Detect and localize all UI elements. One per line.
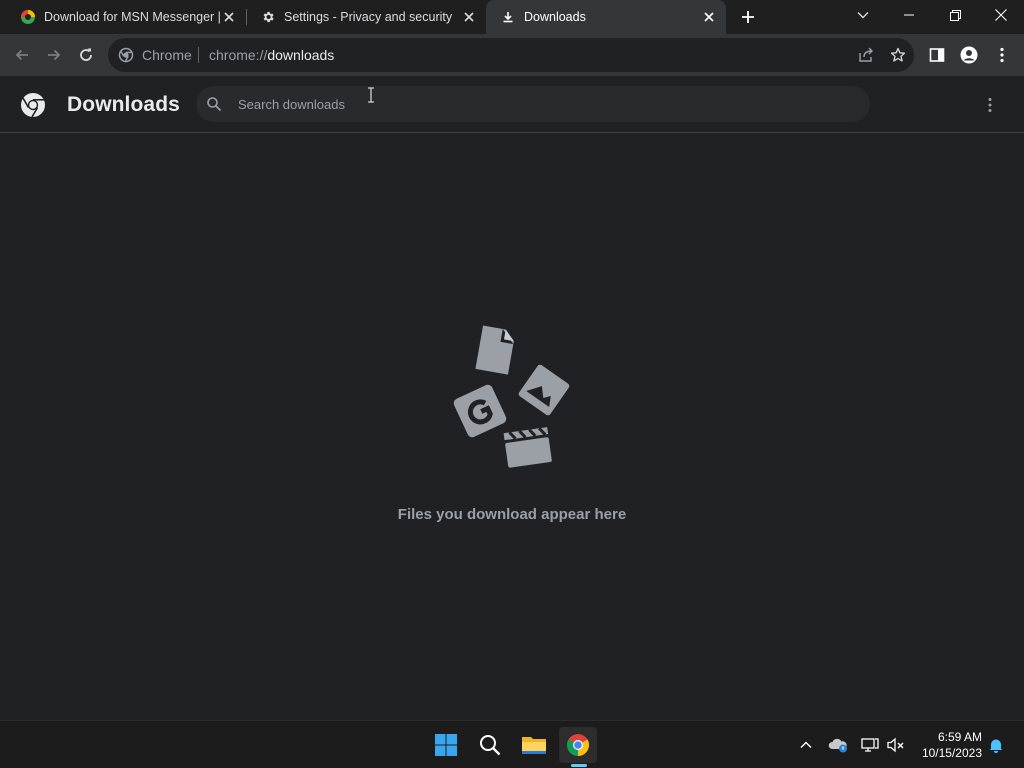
audio-icon (453, 384, 507, 438)
arrow-left-icon (15, 49, 28, 61)
tab-downloads[interactable]: Downloads (486, 0, 726, 34)
empty-downloads-illustration (447, 322, 577, 477)
forward-button[interactable] (42, 43, 66, 67)
tab-settings[interactable]: Settings - Privacy and security (240, 0, 486, 34)
search-icon (206, 96, 222, 112)
site-chip-label: Chrome (142, 47, 192, 63)
more-vertical-icon (988, 98, 992, 112)
text-cursor-icon (368, 87, 374, 103)
close-icon[interactable] (460, 8, 478, 26)
empty-state-message: Files you download appear here (397, 506, 627, 523)
tab-title: Settings - Privacy and security (284, 10, 453, 24)
minimize-icon (904, 14, 914, 16)
start-button[interactable] (427, 727, 465, 763)
plus-icon (742, 11, 754, 23)
show-hidden-icons-button[interactable] (796, 735, 816, 755)
url-host: downloads (267, 47, 335, 63)
reload-icon (80, 48, 92, 61)
taskbar: 6:59 AM 10/15/2023 (0, 720, 1024, 768)
folder-icon (522, 737, 546, 754)
notifications-button[interactable] (986, 735, 1006, 755)
tab-title: Download for MSN Messenger | (44, 10, 220, 24)
chevron-down-icon (857, 12, 869, 19)
msn-favicon (20, 9, 36, 25)
network-monitor-icon (861, 738, 879, 752)
profile-avatar-icon (960, 46, 978, 64)
chrome-taskbar-button[interactable] (559, 727, 597, 763)
profile-button[interactable] (957, 43, 981, 67)
share-icon[interactable] (856, 45, 876, 65)
chrome-site-icon (118, 47, 134, 63)
system-clock[interactable]: 6:59 AM 10/15/2023 (912, 729, 982, 761)
url-scheme: chrome:// (209, 47, 268, 63)
chrome-menu-button[interactable] (990, 43, 1014, 67)
onedrive-tray-button[interactable] (828, 735, 848, 755)
arrow-right-icon (48, 49, 61, 61)
clock-date: 10/15/2023 (921, 746, 982, 760)
side-panel-button[interactable] (925, 43, 949, 67)
network-tray-button[interactable] (860, 735, 880, 755)
address-bar[interactable]: Chrome chrome://downloads (108, 38, 914, 72)
download-icon (500, 9, 516, 25)
chevron-up-icon (800, 741, 812, 748)
browser-toolbar: Chrome chrome://downloads (0, 34, 1024, 76)
reload-button[interactable] (74, 43, 98, 67)
tab-strip: Download for MSN Messenger | Settings - … (0, 0, 1024, 34)
bookmark-star-icon[interactable] (888, 45, 908, 65)
onedrive-cloud-icon (828, 738, 847, 753)
gear-icon (260, 9, 276, 25)
close-icon[interactable] (700, 8, 718, 26)
close-window-button[interactable] (978, 0, 1024, 30)
tab-title: Downloads (524, 10, 586, 24)
omnibox-divider (198, 47, 199, 63)
search-downloads-field[interactable] (196, 86, 870, 122)
active-app-indicator (571, 764, 587, 767)
bell-icon (989, 739, 1003, 753)
chrome-icon (567, 734, 589, 756)
restore-button[interactable] (932, 0, 978, 30)
clock-time: 6:59 AM (937, 730, 982, 744)
back-button[interactable] (10, 43, 34, 67)
chrome-logo-icon (20, 92, 46, 118)
volume-tray-button[interactable] (886, 735, 906, 755)
tab-msn[interactable]: Download for MSN Messenger | (0, 0, 246, 34)
taskbar-search-button[interactable] (471, 727, 509, 763)
minimize-button[interactable] (886, 0, 932, 30)
volume-muted-icon (887, 737, 904, 753)
downloads-menu-button[interactable] (978, 93, 1002, 117)
windows-logo-icon (435, 734, 457, 756)
search-icon (480, 735, 501, 756)
close-icon[interactable] (220, 8, 238, 26)
image-icon (518, 364, 570, 416)
restore-icon (949, 9, 961, 21)
url-text[interactable]: chrome://downloads (209, 47, 334, 63)
file-explorer-button[interactable] (515, 727, 553, 763)
new-tab-button[interactable] (736, 6, 760, 28)
downloads-header: Downloads (0, 76, 1024, 133)
close-icon (995, 9, 1007, 21)
tab-search-button[interactable] (840, 0, 886, 30)
document-icon (475, 325, 514, 375)
search-input[interactable] (238, 94, 838, 114)
video-icon (503, 427, 552, 468)
page-title: Downloads (67, 93, 180, 116)
more-vertical-icon (1000, 47, 1004, 63)
side-panel-icon (929, 48, 945, 62)
